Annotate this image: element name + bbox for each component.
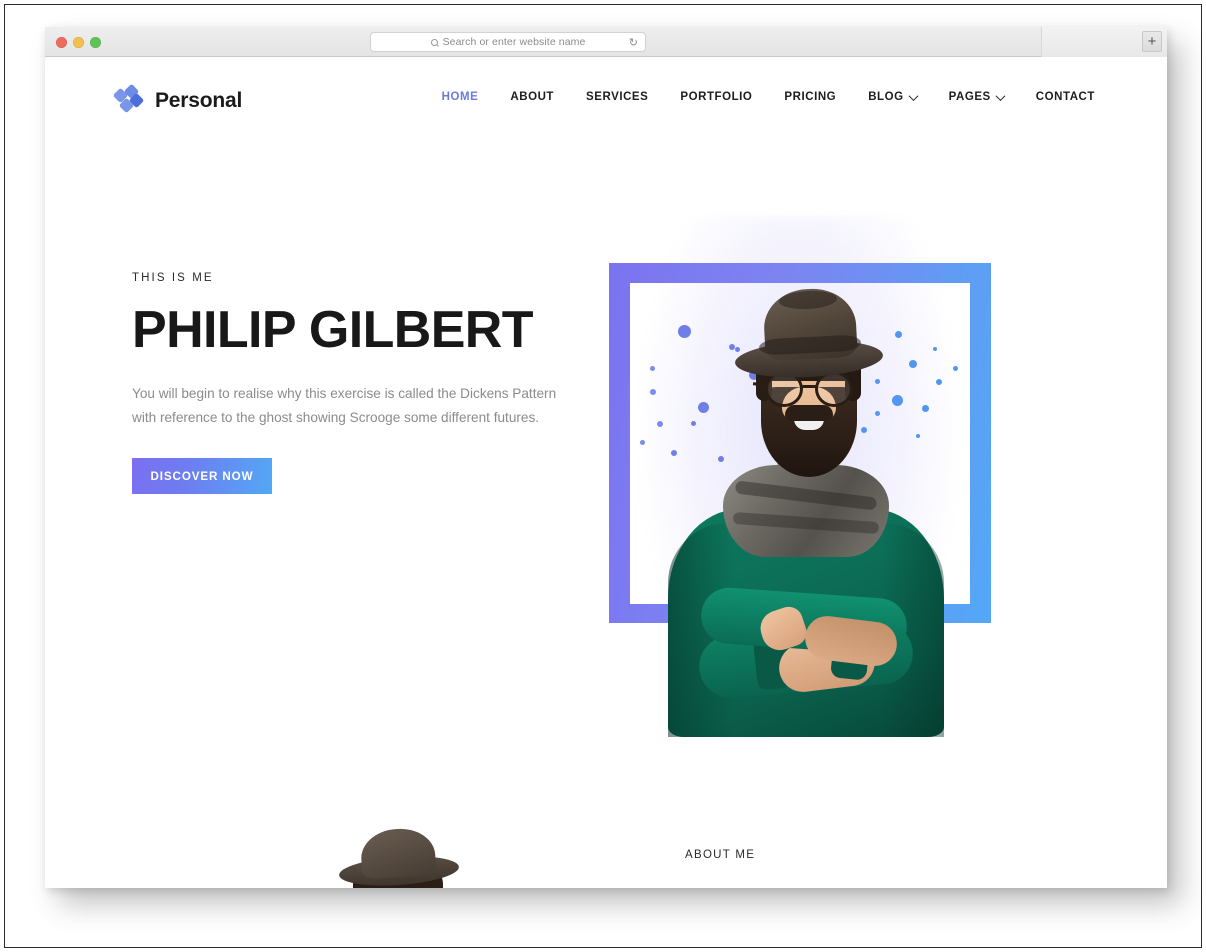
nav-label: PRICING xyxy=(784,91,837,103)
nav-item-services[interactable]: SERVICES xyxy=(570,91,664,103)
brand-name: Personal xyxy=(155,88,243,112)
nav-item-blog[interactable]: BLOG xyxy=(852,90,932,103)
nav-label: BLOG xyxy=(868,91,904,103)
nav-item-pricing[interactable]: PRICING xyxy=(768,91,852,103)
nav-label: HOME xyxy=(441,91,479,103)
chevron-down-icon xyxy=(995,90,1006,101)
nav-label: SERVICES xyxy=(586,91,649,103)
page-title: PHILIP GILBERT xyxy=(132,301,534,359)
main-nav: HOME ABOUT SERVICES PORTFOLIO PRICING BL… xyxy=(426,90,1111,103)
nav-label: PORTFOLIO xyxy=(680,91,753,103)
nav-item-contact[interactable]: CONTACT xyxy=(1020,91,1111,103)
nav-item-pages[interactable]: PAGES xyxy=(933,90,1020,103)
diamond-cluster-logo-icon xyxy=(112,83,145,115)
nav-item-about[interactable]: ABOUT xyxy=(494,91,570,103)
nav-item-portfolio[interactable]: PORTFOLIO xyxy=(664,91,768,103)
window-maximize-button[interactable] xyxy=(90,37,101,48)
window-close-button[interactable] xyxy=(56,37,67,48)
nav-label: CONTACT xyxy=(1035,91,1095,103)
about-title: PERSONAL DETAILS xyxy=(685,885,1010,888)
search-icon xyxy=(430,38,438,46)
new-tab-button[interactable]: + xyxy=(1142,31,1162,52)
about-section: ABOUT ME PERSONAL DETAILS xyxy=(45,797,1167,888)
hero-text-block: THIS IS ME PHILIP GILBERT You will begin… xyxy=(132,272,572,495)
site-header: Personal HOME ABOUT SERVICES PORTFOLIO P… xyxy=(45,57,1167,145)
hero-description: You will begin to realise why this exerc… xyxy=(132,386,557,425)
reload-icon[interactable]: ↻ xyxy=(629,37,638,49)
nav-item-home[interactable]: HOME xyxy=(426,91,495,103)
nav-label: ABOUT xyxy=(510,91,555,103)
address-bar-placeholder: Search or enter website name xyxy=(442,36,586,48)
about-eyebrow: ABOUT ME xyxy=(685,849,756,861)
browser-titlebar: Search or enter website name ↻ + xyxy=(45,27,1167,57)
nav-label: PAGES xyxy=(948,91,991,103)
address-bar[interactable]: Search or enter website name ↻ xyxy=(370,32,646,52)
website-viewport: Personal HOME ABOUT SERVICES PORTFOLIO P… xyxy=(45,57,1167,888)
screenshot-root: Search or enter website name ↻ + Persona… xyxy=(0,0,1206,952)
hero-eyebrow: THIS IS ME xyxy=(132,272,214,284)
window-minimize-button[interactable] xyxy=(73,37,84,48)
brand-logo-link[interactable]: Personal xyxy=(112,83,243,115)
browser-window: Search or enter website name ↻ + Persona… xyxy=(45,27,1167,888)
chevron-down-icon xyxy=(908,90,919,101)
hero-image xyxy=(565,207,1035,777)
portrait-photo xyxy=(655,237,955,737)
discover-now-button[interactable]: DISCOVER NOW xyxy=(132,458,272,495)
about-portrait-photo xyxy=(335,826,465,888)
tabstrip-right: + xyxy=(1041,27,1167,57)
